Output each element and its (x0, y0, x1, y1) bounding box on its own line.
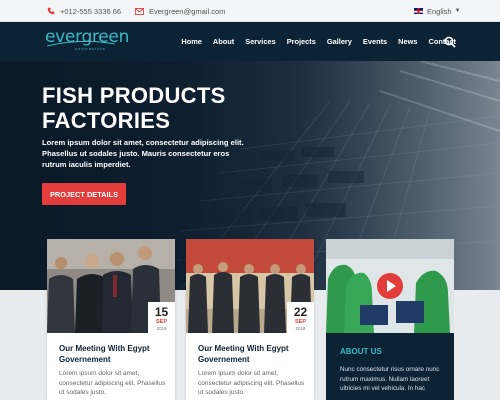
date-badge: 22 SEP 2018 (287, 302, 314, 334)
caret-down-icon: ▼ (454, 8, 461, 14)
nav-services[interactable]: Services (245, 37, 275, 46)
phone-icon (47, 7, 55, 15)
logo[interactable]: evergreen contractors (45, 28, 129, 52)
date-year: 2018 (295, 326, 306, 331)
date-month: SEP (155, 319, 167, 325)
about-text: Nunc consectetur risus ornare nunc rutru… (340, 366, 440, 392)
uk-flag-icon (414, 8, 423, 14)
hero-title-line2: FACTORIES (42, 108, 171, 133)
card-excerpt: Lorem ipsum dolor sit amet, consectetur … (198, 370, 305, 396)
news-card[interactable]: 22 SEP 2018 Our Meeting With Egypt Gover… (186, 239, 314, 400)
language-label: English (427, 6, 452, 16)
hero-title-line1: FISH PRODUCTS (42, 83, 226, 108)
date-year: 2018 (156, 326, 167, 331)
date-day: 15 (154, 305, 169, 319)
logo-swoosh-icon (46, 40, 116, 47)
envelope-icon (135, 7, 144, 15)
news-card[interactable]: 15 SEP 2018 Our Meeting With Egypt Gover… (47, 239, 175, 400)
date-month: SEP (294, 319, 306, 325)
search-icon[interactable] (444, 36, 456, 48)
card-title[interactable]: Our Meeting With Egypt Governement (198, 343, 308, 365)
card-excerpt: Lorem ipsum dolor sit amet, consectetur … (59, 370, 166, 396)
phone-number: +012-555 3336 66 (60, 6, 122, 16)
nav-home[interactable]: Home (181, 37, 202, 46)
about-title: ABOUT US (340, 347, 382, 356)
hero-description: Lorem ipsum dolor sit amet, consectetur … (42, 138, 244, 169)
hero-title: FISH PRODUCTS FACTORIES (42, 83, 226, 133)
top-bar: +012-555 3336 66 Evergreen@gmail.com Eng… (0, 0, 500, 22)
date-badge: 15 SEP 2018 (148, 302, 175, 334)
email-contact[interactable]: Evergreen@gmail.com (135, 0, 225, 22)
about-video[interactable] (326, 239, 454, 333)
project-details-button[interactable]: PROJECT DETAILS (42, 183, 126, 205)
nav-news[interactable]: News (398, 37, 417, 46)
phone-contact[interactable]: +012-555 3336 66 (47, 0, 121, 22)
language-selector[interactable]: English ▼ (414, 0, 461, 22)
main-navbar: evergreen contractors Home About Service… (0, 22, 500, 61)
date-day: 22 (293, 305, 308, 319)
card-title[interactable]: Our Meeting With Egypt Governement (59, 343, 169, 365)
play-button-icon[interactable] (377, 273, 403, 299)
nav-about[interactable]: About (213, 37, 234, 46)
nav-projects[interactable]: Projects (287, 37, 316, 46)
nav-gallery[interactable]: Gallery (327, 37, 352, 46)
about-panel: ABOUT US Nunc consectetur risus ornare n… (326, 239, 454, 400)
email-address: Evergreen@gmail.com (149, 6, 226, 16)
nav-events[interactable]: Events (363, 37, 387, 46)
nav-menu: Home About Services Projects Gallery Eve… (170, 22, 456, 61)
